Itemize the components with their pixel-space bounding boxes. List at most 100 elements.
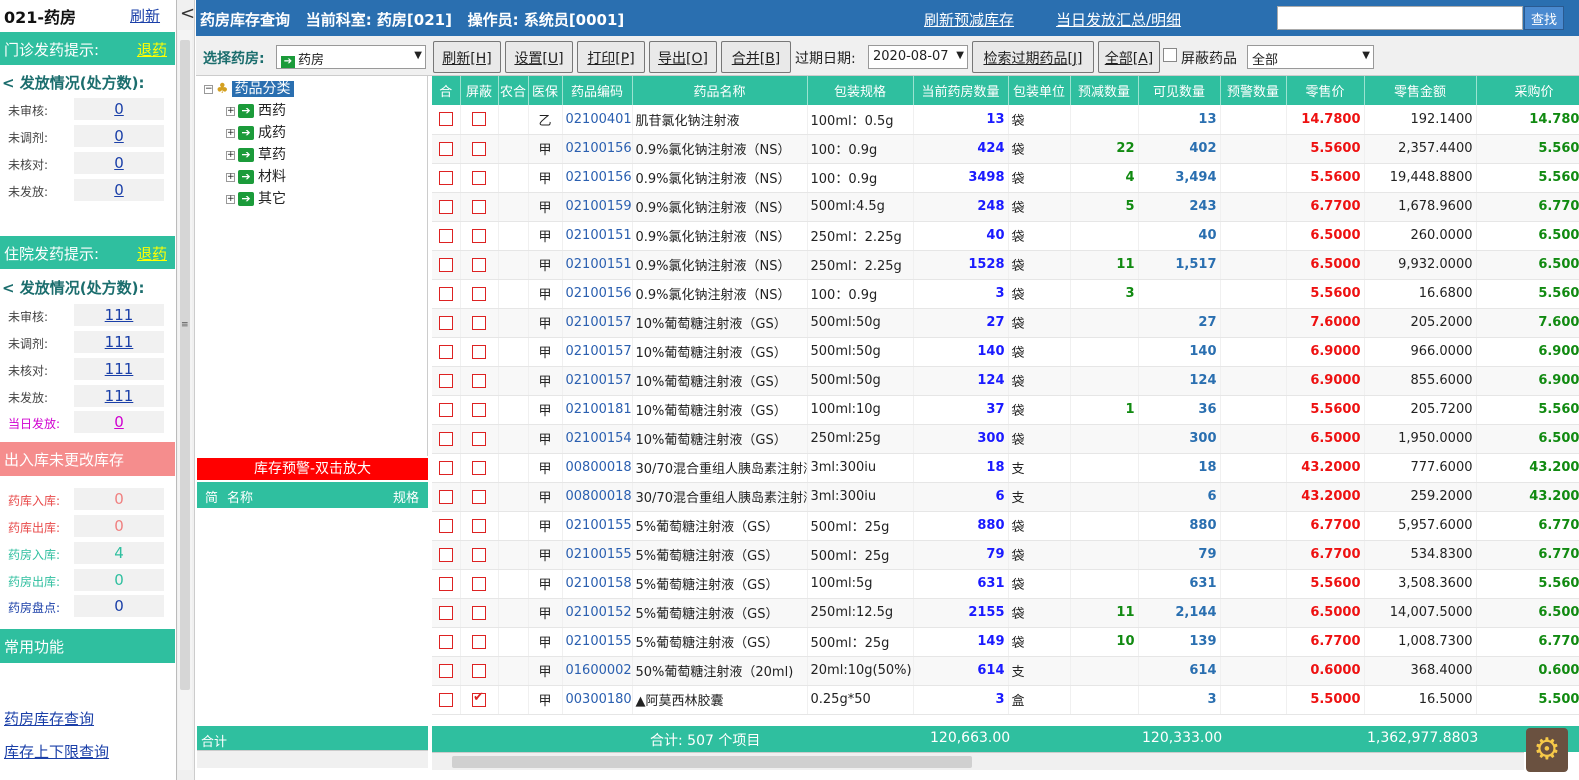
column-header[interactable]: 包装规格 (807, 76, 914, 105)
mask-checkbox[interactable] (472, 170, 486, 185)
table-row[interactable]: 甲 02100156 0.9%氯化钠注射液（NS） 100：0.9g 3 袋 3 5.5600… (432, 279, 1579, 309)
inpatient-return-link[interactable]: 退药 (137, 243, 167, 264)
mask-checkbox[interactable] (472, 199, 486, 214)
op-stat-value[interactable]: 0 (74, 98, 164, 120)
mask-checkbox[interactable] (472, 663, 486, 678)
merge-checkbox[interactable] (438, 373, 453, 388)
table-row[interactable]: 甲 02100156 0.9%氯化钠注射液（NS） 100：0.9g 3498 袋 4 3,4… (432, 163, 1579, 193)
mask-checkbox[interactable] (472, 518, 486, 533)
table-row[interactable]: 甲 02100157 10%葡萄糖注射液（GS） 500ml:50g 140 袋 140 6.… (432, 337, 1579, 367)
merge-checkbox[interactable] (438, 344, 453, 359)
merge-checkbox[interactable] (438, 112, 453, 127)
expand-toggle-icon[interactable]: + (226, 150, 235, 160)
ip-stat-value[interactable]: 111 (74, 304, 164, 326)
table-row[interactable]: 甲 00800018 30/70混合重组人胰岛素注射液 3ml:300iu 18 支 18 4… (432, 453, 1579, 483)
refresh-prededuct-link[interactable]: 刷新预减库存 (924, 9, 1014, 30)
merge-checkbox[interactable] (438, 286, 453, 301)
merge-checkbox[interactable] (438, 460, 453, 475)
column-header[interactable]: 当前药房数量 (913, 76, 1009, 105)
table-row[interactable]: 甲 02100158 5%葡萄糖注射液（GS） 100ml:5g 631 袋 631 5.56… (432, 569, 1579, 599)
splitter-grip-icon[interactable]: ≡ (181, 320, 189, 330)
left-scroll-thumb[interactable] (180, 40, 190, 690)
mask-checkbox[interactable] (472, 141, 486, 156)
column-header[interactable]: 零售价 (1286, 76, 1365, 105)
mask-checkbox[interactable] (472, 286, 486, 301)
tree-item-caoyao[interactable]: + ➔ 草药 (226, 144, 286, 164)
mask-checkbox[interactable] (472, 257, 486, 272)
table-row[interactable]: 甲 00800018 30/70混合重组人胰岛素注射液 3ml:300iu 6 支 6 43.… (432, 482, 1579, 512)
table-row[interactable]: 甲 02100155 5%葡萄糖注射液（GS） 500ml：25g 149 袋 10 139 6… (432, 627, 1579, 657)
warning-col-abbr[interactable]: 简 (205, 487, 218, 506)
ip-stat-value[interactable]: 111 (74, 358, 164, 380)
expiry-date-picker[interactable]: 2020-08-07 ▼ (868, 45, 968, 69)
table-row[interactable]: 甲 02100156 0.9%氯化钠注射液（NS） 100：0.9g 424 袋 22 402… (432, 134, 1579, 164)
pharmacy-select[interactable]: ➔ 药房 ▼ (276, 45, 426, 69)
op-stat-value[interactable]: 0 (74, 125, 164, 147)
outpatient-return-link[interactable]: 退药 (137, 39, 167, 60)
merge-checkbox[interactable] (438, 228, 453, 243)
merge-button[interactable]: 合并[B] (721, 41, 791, 73)
merge-checkbox[interactable] (438, 547, 453, 562)
ip-stat-value[interactable]: 111 (74, 331, 164, 353)
expand-toggle-icon[interactable]: + (226, 172, 235, 182)
mask-checkbox[interactable] (472, 344, 486, 359)
column-header[interactable]: 药品名称 (632, 76, 808, 105)
tree-root[interactable]: − ♣ 药品分类 (204, 78, 294, 98)
merge-checkbox[interactable] (438, 431, 453, 446)
refresh-button[interactable]: 刷新[H] (433, 41, 501, 73)
column-header[interactable]: 药品编码 (562, 76, 633, 105)
op-stat-value[interactable]: 0 (74, 152, 164, 174)
print-button[interactable]: 打印[P] (577, 41, 645, 73)
tree-root-label[interactable]: 药品分类 (231, 81, 294, 97)
table-row[interactable]: 甲 02100155 5%葡萄糖注射液（GS） 500ml：25g 880 袋 880 6.7… (432, 511, 1579, 541)
mask-checkbox[interactable] (472, 402, 486, 417)
column-header[interactable]: 可见数量 (1138, 76, 1221, 105)
daily-summary-link[interactable]: 当日发放汇总/明细 (1056, 9, 1181, 30)
table-row[interactable]: 甲 01600002 50%葡萄糖注射液（20ml) 20ml:10g(50%) 614… (432, 656, 1579, 686)
merge-checkbox[interactable] (438, 315, 453, 330)
mask-checkbox[interactable] (472, 431, 486, 446)
merge-checkbox[interactable] (438, 170, 453, 185)
table-row[interactable]: 甲 02100181 10%葡萄糖注射液（GS） 100ml:10g 37 袋 1 36 5.5… (432, 395, 1579, 425)
merge-checkbox[interactable] (438, 257, 453, 272)
mask-checkbox[interactable] (472, 112, 486, 127)
header-search-input[interactable] (1277, 6, 1523, 30)
merge-checkbox[interactable] (438, 199, 453, 214)
table-row[interactable]: 甲 02100157 10%葡萄糖注射液（GS） 500ml:50g 27 袋 27 7.60… (432, 308, 1579, 338)
column-header[interactable]: 合 (432, 76, 461, 105)
gear-icon[interactable]: ⚙ (1526, 728, 1568, 772)
mask-checkbox[interactable] (472, 228, 486, 243)
mask-checkbox[interactable] (472, 460, 486, 475)
grid-horizontal-scrollbar[interactable] (432, 752, 1524, 770)
warning-list[interactable] (197, 508, 428, 726)
column-header[interactable]: 屏蔽 (460, 76, 499, 105)
mask-checkbox[interactable] (472, 315, 486, 330)
stock-limit-query-link[interactable]: 库存上下限查询 (4, 741, 109, 762)
stock-warning-header[interactable]: 库存预警-双击放大 (197, 458, 428, 480)
left-refresh-link[interactable]: 刷新 (130, 5, 160, 26)
mask-checkbox[interactable] (472, 605, 486, 620)
column-header[interactable]: 预警数量 (1220, 76, 1287, 105)
column-header[interactable]: 零售金额 (1364, 76, 1477, 105)
mask-checkbox[interactable] (472, 634, 486, 649)
mask-drugs-checkbox[interactable] (1163, 48, 1177, 62)
column-header[interactable]: 包装单位 (1008, 76, 1071, 105)
column-header[interactable]: 医保 (528, 76, 563, 105)
merge-checkbox[interactable] (438, 576, 453, 591)
stock-query-link[interactable]: 药房库存查询 (4, 708, 94, 729)
mask-checkbox[interactable] (472, 690, 486, 707)
tree-item-xiyao[interactable]: + ➔ 西药 (226, 100, 286, 120)
merge-checkbox[interactable] (438, 634, 453, 649)
expand-toggle-icon[interactable]: + (226, 128, 235, 138)
ip-stat-value[interactable]: 0 (74, 411, 164, 433)
search-expired-button[interactable]: 检索过期药品[J] (972, 41, 1094, 73)
mask-checkbox[interactable] (472, 373, 486, 388)
column-header[interactable]: 采购价 (1476, 76, 1579, 105)
merge-checkbox[interactable] (438, 692, 453, 707)
warning-col-name[interactable]: 名称 (227, 487, 253, 506)
mask-checkbox[interactable] (472, 576, 486, 591)
merge-checkbox[interactable] (438, 518, 453, 533)
tree-item-chengyao[interactable]: + ➔ 成药 (226, 122, 286, 142)
merge-checkbox[interactable] (438, 489, 453, 504)
all-button[interactable]: 全部[A] (1098, 41, 1160, 73)
